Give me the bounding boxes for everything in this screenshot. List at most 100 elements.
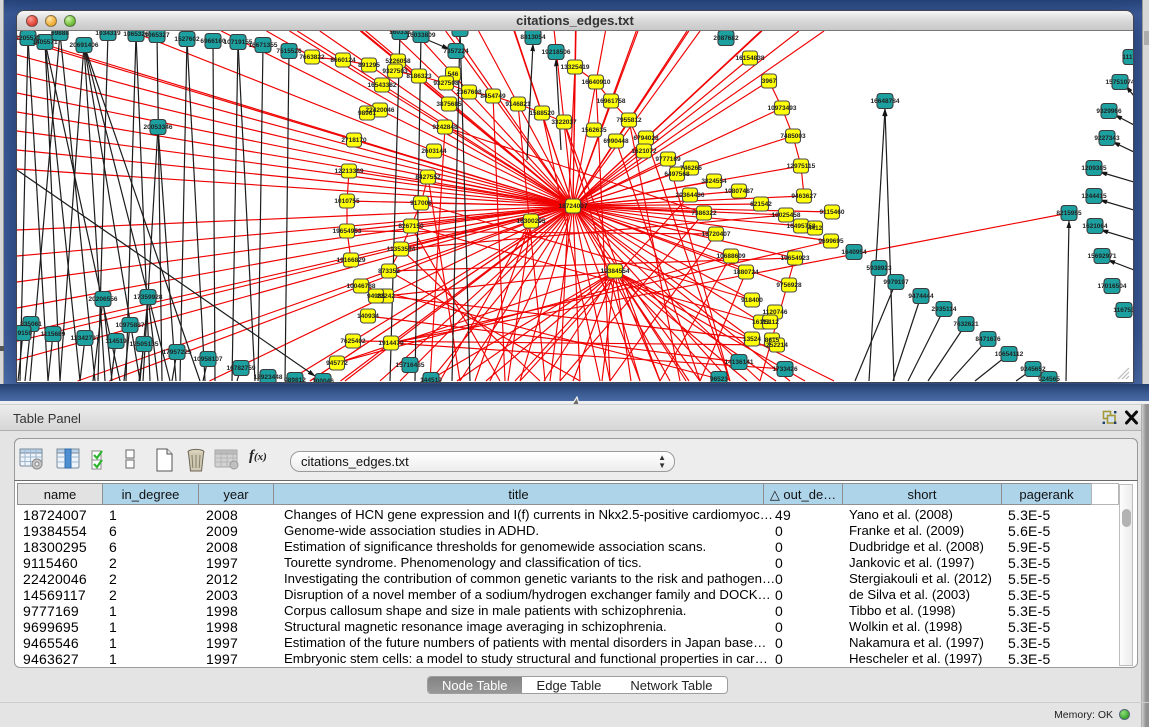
svg-text:7515526: 7515526 — [276, 48, 302, 55]
svg-text:10025458: 10025458 — [772, 212, 801, 219]
svg-text:15692971: 15692971 — [1088, 253, 1117, 260]
svg-text:1733426: 1733426 — [772, 366, 798, 373]
svg-text:17957225: 17957225 — [163, 349, 192, 356]
svg-text:12505135: 12505135 — [130, 341, 159, 348]
svg-text:2718170: 2718170 — [341, 137, 367, 144]
svg-text:9242848: 9242848 — [432, 124, 458, 131]
svg-text:7955812: 7955812 — [616, 117, 642, 124]
svg-text:9329966: 9329966 — [1096, 108, 1122, 115]
svg-text:10807487: 10807487 — [725, 188, 754, 195]
svg-text:16648784: 16648784 — [871, 98, 900, 105]
svg-text:3322037: 3322037 — [551, 119, 577, 126]
svg-text:9115460: 9115460 — [820, 209, 845, 216]
svg-text:7357224: 7357224 — [443, 48, 469, 55]
svg-text:114519: 114519 — [105, 338, 127, 345]
svg-text:75112: 75112 — [761, 319, 779, 326]
svg-text:12975115: 12975115 — [787, 163, 816, 170]
svg-text:69888: 69888 — [51, 31, 69, 37]
svg-text:13524: 13524 — [743, 336, 761, 343]
svg-text:6966160: 6966160 — [200, 38, 226, 45]
svg-text:1120746: 1120746 — [763, 309, 788, 316]
svg-text:20691406: 20691406 — [70, 42, 99, 49]
svg-text:1527602: 1527602 — [174, 36, 200, 43]
svg-text:1880724: 1880724 — [733, 269, 759, 276]
svg-text:17016504: 17016504 — [1098, 283, 1127, 290]
svg-text:9756928: 9756928 — [776, 282, 802, 289]
svg-text:10973493: 10973493 — [768, 105, 797, 112]
svg-text:918400: 918400 — [741, 297, 763, 304]
svg-text:7386322: 7386322 — [691, 210, 717, 217]
svg-text:1244415: 1244415 — [1081, 193, 1107, 200]
svg-text:3967: 3967 — [762, 78, 777, 85]
svg-text:1405571: 1405571 — [32, 39, 58, 46]
svg-text:252214: 252214 — [766, 342, 788, 349]
svg-text:1640954: 1640954 — [841, 249, 867, 256]
svg-text:621542: 621542 — [750, 201, 772, 208]
svg-text:15716485: 15716485 — [396, 362, 425, 369]
svg-text:8186323: 8186323 — [406, 73, 432, 80]
svg-text:2087682: 2087682 — [713, 35, 739, 42]
svg-text:16543382: 16543382 — [368, 82, 397, 89]
svg-text:9327508: 9327508 — [433, 80, 459, 87]
svg-text:546: 546 — [448, 71, 459, 78]
svg-text:917006: 917006 — [410, 200, 432, 207]
svg-text:144519: 144519 — [420, 377, 442, 382]
svg-text:8660124: 8660124 — [330, 57, 356, 64]
svg-text:98961: 98961 — [358, 110, 376, 117]
svg-text:1034319: 1034319 — [95, 31, 121, 37]
svg-text:19654953: 19654953 — [333, 228, 362, 235]
svg-text:4412: 4412 — [808, 225, 823, 232]
svg-text:19166829: 19166829 — [337, 257, 366, 264]
svg-text:8813054: 8813054 — [520, 34, 546, 41]
svg-text:6990448: 6990448 — [603, 138, 629, 145]
svg-text:891295: 891295 — [358, 62, 380, 69]
svg-text:1588520: 1588520 — [529, 110, 555, 117]
svg-text:945772: 945772 — [326, 360, 348, 367]
svg-text:94985: 94985 — [367, 293, 385, 300]
svg-text:9979197: 9979197 — [883, 279, 909, 286]
svg-text:18300295: 18300295 — [517, 218, 546, 225]
svg-text:20364436: 20364436 — [676, 192, 705, 199]
svg-text:12923448: 12923448 — [254, 374, 283, 381]
svg-text:16640910: 16640910 — [582, 79, 611, 86]
svg-text:14136141: 14136141 — [725, 359, 754, 366]
svg-text:17359928: 17359928 — [134, 294, 163, 301]
svg-text:8427552: 8427552 — [415, 174, 441, 181]
svg-text:6497568: 6497568 — [664, 171, 690, 178]
svg-text:96523: 96523 — [710, 376, 728, 382]
svg-text:1010755: 1010755 — [334, 198, 360, 205]
svg-text:10958107: 10958107 — [194, 356, 223, 363]
svg-text:9699695: 9699695 — [818, 238, 844, 245]
svg-text:1621072: 1621072 — [631, 148, 657, 155]
svg-text:19384554: 19384554 — [601, 268, 630, 275]
svg-text:8215955: 8215955 — [1056, 210, 1082, 217]
svg-text:100046: 100046 — [312, 378, 334, 382]
svg-text:13325419: 13325419 — [561, 64, 590, 71]
svg-text:924565: 924565 — [1038, 376, 1060, 382]
svg-text:16961758: 16961758 — [597, 98, 626, 105]
svg-text:8267150: 8267150 — [398, 223, 424, 230]
svg-text:9245652: 9245652 — [1020, 366, 1046, 373]
svg-text:3824554: 3824554 — [701, 178, 727, 185]
svg-text:10975887: 10975887 — [116, 322, 145, 329]
svg-text:9146821: 9146821 — [505, 101, 531, 108]
svg-text:1065327: 1065327 — [144, 32, 170, 39]
svg-text:15720407: 15720407 — [702, 231, 731, 238]
svg-text:9463627: 9463627 — [791, 193, 817, 200]
svg-text:39159: 39159 — [17, 330, 32, 337]
svg-text:20206556: 20206556 — [89, 296, 118, 303]
svg-text:8471676: 8471676 — [975, 336, 1001, 343]
svg-text:3875685: 3875685 — [436, 101, 462, 108]
svg-text:16671355: 16671355 — [249, 42, 278, 49]
svg-text:2367608: 2367608 — [456, 89, 482, 96]
svg-text:6794028: 6794028 — [633, 135, 659, 142]
svg-text:1914479: 1914479 — [378, 340, 404, 347]
svg-text:1115689: 1115689 — [41, 331, 66, 338]
svg-text:989812: 989812 — [284, 377, 306, 382]
svg-text:16033809: 16033809 — [407, 32, 436, 39]
svg-text:5226058: 5226058 — [385, 58, 411, 65]
svg-text:7485003: 7485003 — [780, 133, 806, 140]
svg-text:140934: 140934 — [357, 313, 379, 320]
svg-text:12213369: 12213369 — [335, 168, 364, 175]
svg-text:11175: 11175 — [1122, 54, 1133, 61]
